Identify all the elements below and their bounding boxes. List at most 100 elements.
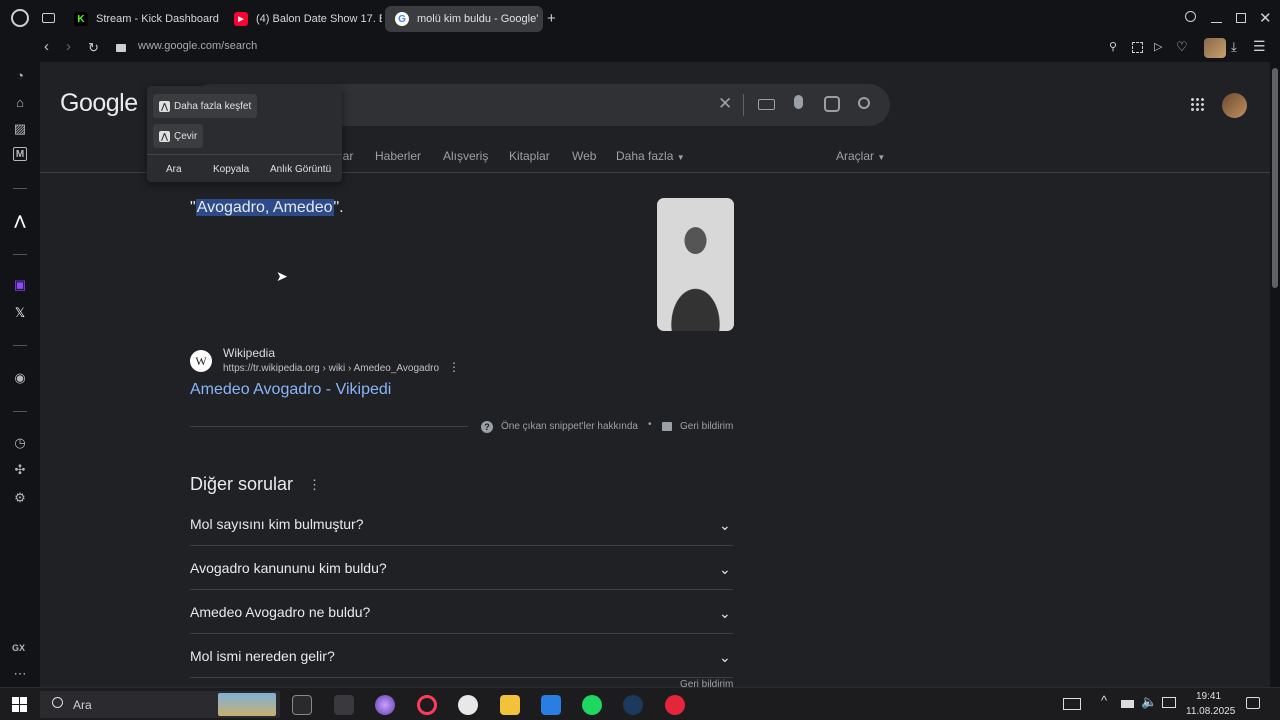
- spotify-icon[interactable]: [582, 695, 602, 715]
- player-icon[interactable]: ◉: [11, 369, 29, 387]
- clock-date[interactable]: 11.08.2025: [1186, 706, 1235, 717]
- settings-icon[interactable]: ⚙: [11, 489, 29, 507]
- page-scrollbar[interactable]: [1270, 62, 1280, 687]
- mail-icon[interactable]: M: [13, 147, 27, 161]
- apps-grid-icon[interactable]: [1190, 97, 1204, 111]
- tab-images-partial[interactable]: lar: [340, 149, 353, 163]
- result-url[interactable]: https://tr.wikipedia.org › wiki › Amedeo…: [223, 363, 439, 374]
- network-icon[interactable]: [1162, 697, 1176, 708]
- snippet-portrait-image[interactable]: [657, 198, 734, 331]
- obs-icon[interactable]: [458, 695, 478, 715]
- question-row[interactable]: Avogadro kanununu kim buldu? ⌄: [190, 546, 733, 590]
- restore-icon[interactable]: [1236, 13, 1246, 23]
- search-icon[interactable]: [858, 97, 870, 109]
- translate-button[interactable]: ⋀ Çevir: [153, 124, 204, 148]
- forward-icon[interactable]: ›: [66, 38, 71, 55]
- taskbar-search-box[interactable]: Ara: [40, 691, 280, 718]
- pin-icon[interactable]: ⚲: [1109, 40, 1117, 53]
- keyboard-icon[interactable]: [758, 99, 775, 110]
- workspace-icon[interactable]: [42, 13, 55, 23]
- speed-dial-icon[interactable]: ◔: [11, 66, 29, 84]
- reload-icon[interactable]: ↻: [88, 40, 99, 56]
- tab-books[interactable]: Kitaplar: [509, 149, 550, 163]
- tab-title: (4) Balon Date Show 17. B: [256, 13, 382, 25]
- popup-snapshot-button[interactable]: Anlık Görüntü: [270, 164, 331, 175]
- back-icon[interactable]: ‹: [44, 38, 49, 55]
- aria-icon[interactable]: ⋀: [11, 212, 29, 230]
- lock-icon[interactable]: [116, 44, 126, 52]
- extensions-icon[interactable]: ✣: [11, 461, 29, 479]
- shopping-icon[interactable]: ⌂: [11, 93, 29, 111]
- result-title-link[interactable]: Amedeo Avogadro - Vikipedi: [190, 381, 391, 399]
- windows-start-icon[interactable]: [12, 697, 27, 712]
- tab-kick[interactable]: K Stream - Kick Dashboard: [64, 6, 224, 32]
- tab-google[interactable]: G molü kim buldu - Google': [385, 6, 543, 32]
- google-icon: G: [395, 12, 409, 26]
- battery-icon[interactable]: [1121, 700, 1134, 708]
- question-row[interactable]: Amedeo Avogadro ne buldu? ⌄: [190, 590, 733, 634]
- gx-label[interactable]: GX: [12, 643, 25, 653]
- minimize-icon[interactable]: [1211, 22, 1222, 23]
- mouse-cursor-icon: ➤: [276, 268, 288, 284]
- aria-logo-icon: ⋀: [159, 130, 170, 142]
- question-row[interactable]: Mol ismi nereden gelir? ⌄: [190, 634, 733, 678]
- question-text: Amedeo Avogadro ne buldu?: [190, 603, 371, 620]
- news-widget-icon[interactable]: [1063, 698, 1081, 710]
- account-avatar[interactable]: [1222, 93, 1247, 118]
- opera-gx-taskbar-icon[interactable]: [417, 695, 437, 715]
- scrollbar-thumb[interactable]: [1272, 68, 1278, 288]
- chevron-down-icon: ⌄: [719, 648, 731, 665]
- lens-icon[interactable]: [824, 96, 840, 112]
- popup-search-button[interactable]: Ara: [166, 164, 182, 175]
- close-window-icon[interactable]: ✕: [1259, 9, 1272, 27]
- tab-web[interactable]: Web: [572, 149, 596, 163]
- tray-chevron-icon[interactable]: ^: [1101, 693, 1107, 708]
- app-star-icon[interactable]: [375, 695, 395, 715]
- tab-youtube[interactable]: ▶ (4) Balon Date Show 17. B: [224, 6, 382, 32]
- volume-icon[interactable]: 🔈: [1141, 694, 1157, 710]
- tab-more[interactable]: Daha fazla ▼: [616, 149, 685, 163]
- play-icon[interactable]: ▷: [1154, 40, 1162, 53]
- tab-news[interactable]: Haberler: [375, 149, 421, 163]
- question-row[interactable]: Mol sayısını kim bulmuştur? ⌄: [190, 502, 733, 546]
- wikipedia-favicon[interactable]: W: [190, 350, 212, 372]
- tools-label: Araçlar: [836, 149, 875, 163]
- tab-search-icon[interactable]: [1185, 11, 1196, 22]
- snapshot-icon[interactable]: [1132, 42, 1143, 53]
- vanguard-icon[interactable]: [334, 695, 354, 715]
- tools-button[interactable]: Araçlar ▼: [836, 149, 885, 163]
- opera-gx-menu-icon[interactable]: [11, 9, 29, 27]
- profile-avatar[interactable]: [1204, 38, 1226, 58]
- notifications-icon[interactable]: [1246, 697, 1260, 709]
- menu-icon[interactable]: ☰: [1253, 38, 1266, 55]
- snippet-highlight[interactable]: Avogadro, Amedeo: [195, 199, 334, 216]
- result-options-icon[interactable]: ⋮: [448, 360, 460, 374]
- feedback-link[interactable]: Geri bildirim: [680, 421, 733, 432]
- result-site-name[interactable]: Wikipedia: [223, 346, 275, 360]
- app-red-icon[interactable]: [665, 695, 685, 715]
- snippet-about-link[interactable]: Öne çıkan snippet'ler hakkında: [501, 421, 638, 432]
- history-icon[interactable]: ◷: [11, 434, 29, 452]
- new-tab-icon[interactable]: +: [547, 10, 556, 27]
- more-icon[interactable]: ⋯: [11, 665, 29, 683]
- microsoft-store-icon[interactable]: [541, 695, 561, 715]
- tab-shopping[interactable]: Alışveriş: [443, 149, 488, 163]
- heart-icon[interactable]: ♡: [1176, 39, 1188, 55]
- popup-copy-button[interactable]: Kopyala: [213, 164, 249, 175]
- twitch-icon[interactable]: ▣: [11, 276, 29, 294]
- snippet-divider: [190, 426, 468, 427]
- x-twitter-icon[interactable]: 𝕏: [11, 304, 29, 322]
- steam-icon[interactable]: [623, 695, 643, 715]
- clock-time[interactable]: 19:41: [1196, 691, 1221, 702]
- explore-more-button[interactable]: ⋀ Daha fazla keşfet: [153, 94, 258, 118]
- dot-separator: •: [648, 419, 652, 430]
- other-questions-options-icon[interactable]: ⋮: [308, 477, 321, 493]
- clear-search-icon[interactable]: ✕: [718, 94, 732, 114]
- microphone-icon[interactable]: [794, 95, 803, 109]
- download-icon[interactable]: ⤓: [1231, 39, 1237, 55]
- file-explorer-icon[interactable]: [500, 695, 520, 715]
- url-field[interactable]: www.google.com/search: [138, 40, 257, 52]
- news-icon[interactable]: ▨: [11, 120, 29, 138]
- epic-games-icon[interactable]: [292, 695, 312, 715]
- google-logo[interactable]: Google: [60, 89, 138, 118]
